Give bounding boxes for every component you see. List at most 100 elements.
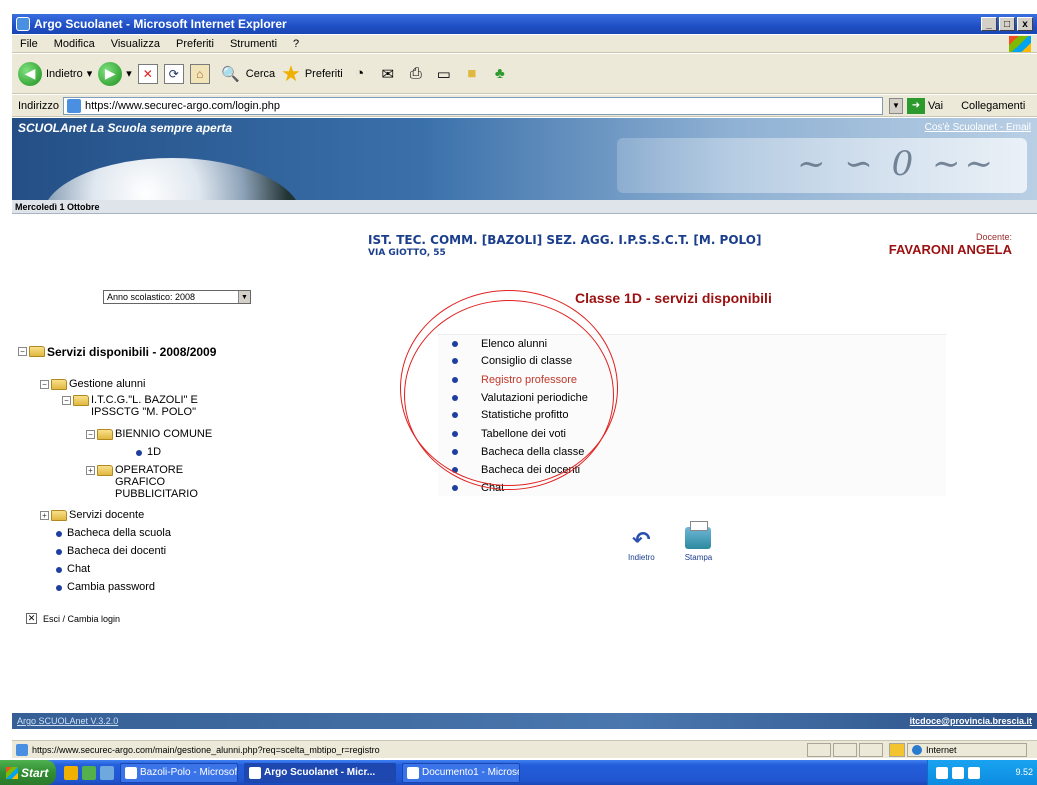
links-button[interactable]: Collegamenti	[961, 100, 1025, 112]
tree-item-biennio[interactable]: − BIENNIO COMUNE	[86, 428, 212, 440]
stop-icon[interactable]: ✕	[137, 63, 158, 84]
menu-visualizza[interactable]: Visualizza	[103, 38, 168, 50]
go-button[interactable]: ➜ Vai	[906, 97, 944, 114]
header-links[interactable]: Cos'è Scuolanet - Email	[925, 122, 1031, 133]
tree-item-label: OPERATORE GRAFICO PUBBLICITARIO	[115, 464, 198, 500]
tray-icon[interactable]	[968, 766, 980, 779]
ie-window-icon	[249, 766, 261, 779]
print-action-button[interactable]: Stampa	[685, 521, 712, 562]
messenger-icon[interactable]: ♣	[489, 64, 511, 84]
search-label: Cerca	[245, 67, 276, 80]
tree-item-chat[interactable]: Chat	[54, 563, 90, 575]
windows-taskbar: Start Bazoli-Polo - Microsoft In... Argo…	[0, 760, 1037, 785]
menu-modifica[interactable]: Modifica	[46, 38, 103, 50]
collapse-icon[interactable]: −	[40, 380, 49, 389]
address-input[interactable]: https://www.securec-argo.com/login.php	[62, 96, 883, 115]
tray-icon[interactable]	[936, 766, 948, 779]
refresh-icon[interactable]: ⟳	[163, 63, 184, 84]
tree-item-istituto[interactable]: − I.T.C.G."L. BAZOLI" E IPSSCTG "M. POLO…	[62, 394, 198, 418]
start-button[interactable]: Start	[0, 760, 56, 785]
menu-file[interactable]: File	[12, 38, 46, 50]
exit-login-link[interactable]: ✕ Esci / Cambia login	[26, 613, 120, 624]
task-label: Argo Scuolanet - Micr...	[264, 767, 376, 778]
ie-window-icon	[125, 766, 137, 779]
school-info: IST. TEC. COMM. [BAZOLI] SEZ. AGG. I.P.S…	[368, 233, 761, 258]
go-arrow-icon: ➜	[906, 97, 925, 114]
tree-root-label: Servizi disponibili - 2008/2009	[47, 345, 217, 359]
mail-icon[interactable]: ✉	[377, 64, 399, 84]
task-label: Documento1 - Microsoft ...	[422, 767, 519, 778]
quick-launch-ie-icon[interactable]	[64, 765, 78, 780]
istituto-line-1: I.T.C.G."L. BAZOLI" E	[91, 394, 198, 406]
favorites-button[interactable]: ★ Preferiti	[281, 61, 343, 87]
menu-preferiti[interactable]: Preferiti	[168, 38, 222, 50]
operatore-line-2: GRAFICO	[115, 476, 166, 488]
tree-item-operatore[interactable]: + OPERATORE GRAFICO PUBBLICITARIO	[86, 464, 198, 500]
globe-image	[42, 158, 302, 200]
taskbar-button-documento[interactable]: Documento1 - Microsoft ...	[402, 762, 520, 783]
folder-open-icon	[29, 346, 45, 357]
search-icon: 🔍	[221, 65, 241, 83]
status-cells: Internet	[807, 742, 1037, 757]
quick-launch-media-icon[interactable]	[100, 765, 114, 780]
collapse-icon[interactable]: −	[62, 396, 71, 405]
page-icon	[16, 743, 28, 756]
status-url: https://www.securec-argo.com/main/gestio…	[32, 744, 380, 755]
tray-icon[interactable]	[952, 766, 964, 779]
browser-toolbar: ◀ Indietro ▾ ▶ ▾ ✕ ⟳ ⌂ 🔍 Cerca ★ Preferi…	[12, 54, 1037, 94]
exit-icon: ✕	[26, 613, 37, 624]
menu-help[interactable]: ?	[285, 38, 307, 50]
search-button[interactable]: 🔍 Cerca	[220, 64, 275, 84]
home-icon[interactable]: ⌂	[189, 63, 210, 84]
date-bar: Mercoledì 1 Ottobre	[12, 200, 1037, 214]
tree-item-gestione-alunni[interactable]: − Gestione alunni	[40, 378, 145, 390]
back-action-label: Indietro	[628, 553, 655, 562]
tree-item-label: BIENNIO COMUNE	[115, 428, 213, 440]
collapse-icon[interactable]: −	[18, 347, 27, 356]
email-link[interactable]: itcdoce@provincia.brescia.it	[910, 716, 1032, 726]
expand-icon[interactable]: +	[40, 511, 49, 520]
edit-icon[interactable]: ▭	[433, 64, 455, 84]
tree-item-cambia-password[interactable]: Cambia password	[54, 581, 155, 593]
bullet-icon	[452, 485, 458, 491]
bullet-icon	[56, 531, 62, 537]
back-dropdown-icon[interactable]: ▾	[87, 67, 93, 80]
address-dropdown-icon[interactable]: ▼	[888, 97, 903, 114]
print-icon[interactable]: ⎙	[405, 64, 427, 84]
menu-strumenti[interactable]: Strumenti	[222, 38, 285, 50]
back-action-button[interactable]: ↶ Indietro	[628, 527, 655, 562]
forward-dropdown-icon[interactable]: ▾	[126, 67, 132, 80]
tree-item-label: Bacheca della scuola	[67, 527, 171, 539]
tree-item-bacheca-docenti[interactable]: Bacheca dei docenti	[54, 545, 166, 557]
forward-button[interactable]: ▶ ▾	[98, 61, 132, 86]
folder-open-icon	[97, 429, 113, 440]
windows-logo-icon	[6, 766, 18, 779]
version-link[interactable]: Argo SCUOLAnet V.3.2.0	[17, 716, 118, 726]
signature-decoration: ~ ∽ 0 ∼∼	[796, 144, 997, 184]
tree-item-label: Servizi docente	[69, 509, 145, 521]
tree-item-class-1d[interactable]: 1D	[134, 446, 161, 458]
tree-item-label: 1D	[147, 446, 162, 458]
quick-launch-desktop-icon[interactable]	[82, 765, 96, 780]
folder-icon[interactable]: ■	[461, 64, 483, 84]
tree-item-bacheca-scuola[interactable]: Bacheca della scuola	[54, 527, 171, 539]
expand-icon[interactable]: +	[86, 466, 95, 475]
school-year-select[interactable]: Anno scolastico: 2008 ▼	[103, 290, 251, 304]
back-arrow-icon: ◀	[18, 61, 42, 86]
close-button[interactable]: x	[1017, 17, 1033, 31]
go-label: Vai	[927, 99, 944, 112]
bullet-icon	[56, 585, 62, 591]
maximize-button[interactable]: □	[999, 17, 1015, 31]
chevron-down-icon: ▼	[238, 291, 250, 303]
zone-label: Internet	[926, 744, 957, 755]
address-bar: Indirizzo https://www.securec-argo.com/l…	[12, 95, 1037, 117]
tree-item-servizi-docente[interactable]: + Servizi docente	[40, 509, 144, 521]
taskbar-button-bazoli[interactable]: Bazoli-Polo - Microsoft In...	[120, 762, 238, 783]
taskbar-button-argo[interactable]: Argo Scuolanet - Micr...	[244, 762, 396, 783]
tree-root[interactable]: − Servizi disponibili - 2008/2009	[18, 345, 216, 359]
collapse-icon[interactable]: −	[86, 430, 95, 439]
history-icon[interactable]: ◔	[349, 64, 371, 84]
back-button[interactable]: ◀ Indietro ▾	[18, 61, 93, 86]
minimize-button[interactable]: _	[981, 17, 997, 31]
bullet-icon	[56, 549, 62, 555]
